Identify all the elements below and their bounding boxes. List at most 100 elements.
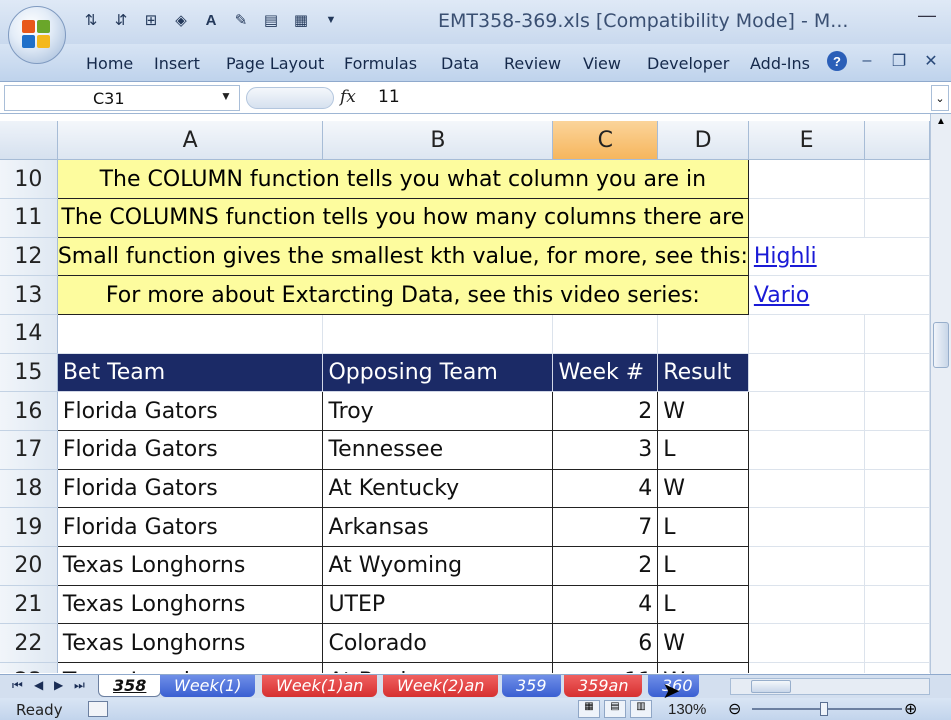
opposing-team-cell[interactable]: At Baylor	[322, 662, 554, 673]
borders-icon[interactable]: ⊞	[138, 8, 164, 32]
cell[interactable]	[748, 585, 866, 625]
row-header[interactable]: 14	[0, 314, 58, 354]
cell[interactable]	[748, 507, 866, 548]
week-cell[interactable]: 11	[552, 662, 659, 673]
row-header[interactable]: 22	[0, 623, 58, 664]
minimize-icon[interactable]: —	[909, 2, 945, 28]
prev-sheet-icon[interactable]: ◀	[34, 678, 43, 692]
opposing-team-cell[interactable]: Colorado	[322, 623, 554, 664]
horizontal-scrollbar[interactable]	[730, 678, 930, 695]
cell[interactable]	[748, 662, 866, 673]
cell[interactable]	[748, 159, 866, 199]
cell[interactable]	[552, 314, 659, 354]
row-header[interactable]: 15	[0, 353, 58, 393]
bet-team-cell[interactable]: Texas Longhorns	[56, 584, 324, 625]
bet-team-cell[interactable]: Texas Longhorns	[56, 546, 324, 586]
table-header-bet-team[interactable]: Bet Team	[56, 352, 324, 393]
row-header[interactable]: 21	[0, 585, 58, 625]
sheet-tab-358[interactable]: 358	[98, 675, 162, 697]
name-box[interactable]: C31	[4, 85, 240, 111]
cell[interactable]	[864, 353, 930, 393]
formula-input[interactable]: 11	[378, 87, 400, 107]
cell[interactable]	[322, 314, 554, 354]
col-header-a[interactable]: A	[57, 121, 324, 161]
week-cell[interactable]: 4	[552, 468, 659, 509]
row-header[interactable]: 13	[0, 275, 58, 315]
result-cell[interactable]: W	[657, 468, 749, 509]
cell[interactable]	[748, 353, 866, 393]
bet-team-cell[interactable]: Florida Gators	[56, 430, 324, 470]
hyperlink-cell[interactable]: Vario	[748, 275, 930, 315]
cell[interactable]	[864, 198, 930, 238]
cell[interactable]	[748, 314, 866, 354]
cell[interactable]	[864, 159, 930, 199]
result-cell[interactable]: W	[657, 662, 749, 673]
first-sheet-icon[interactable]: ⏮	[12, 678, 23, 693]
result-cell[interactable]: L	[657, 584, 749, 625]
help-icon[interactable]: ?	[827, 51, 847, 71]
col-header-d[interactable]: D	[657, 121, 749, 161]
merged-note-cell[interactable]: The COLUMN function tells you what colum…	[56, 159, 749, 199]
sheet-tab-359[interactable]: 359	[502, 675, 561, 697]
result-cell[interactable]: W	[657, 623, 749, 664]
result-cell[interactable]: L	[657, 546, 749, 586]
next-sheet-icon[interactable]: ▶	[54, 678, 63, 692]
cell[interactable]	[748, 623, 866, 664]
tab-developer[interactable]: Developer	[647, 54, 729, 73]
fill-color-icon[interactable]: ◈	[168, 8, 194, 32]
minimize-workbook-icon[interactable]: –	[855, 50, 879, 72]
cell[interactable]	[864, 314, 930, 354]
cell[interactable]	[748, 469, 866, 509]
cell[interactable]	[864, 623, 930, 664]
col-header-e[interactable]: E	[748, 121, 866, 161]
customize-qat-icon[interactable]: ▼	[318, 8, 344, 32]
horizontal-scroll-thumb[interactable]	[751, 680, 791, 693]
restore-workbook-icon[interactable]: ❐	[887, 50, 911, 72]
cell[interactable]	[748, 546, 866, 586]
macro-record-icon[interactable]	[88, 701, 108, 717]
merge-icon[interactable]: ▦	[288, 8, 314, 32]
row-header[interactable]: 19	[0, 507, 58, 548]
row-header[interactable]: 20	[0, 546, 58, 586]
week-cell[interactable]: 3	[552, 430, 659, 470]
last-sheet-icon[interactable]: ⏭	[74, 678, 85, 693]
vertical-scrollbar[interactable]: ▲	[930, 114, 951, 674]
cell[interactable]	[748, 391, 866, 431]
cell[interactable]	[864, 546, 930, 586]
sort-za-icon[interactable]: ⇵	[108, 8, 134, 32]
row-header[interactable]: 12	[0, 237, 58, 277]
row-header[interactable]: 17	[0, 430, 58, 470]
cell[interactable]	[864, 507, 930, 548]
tab-add-ins[interactable]: Add-Ins	[750, 54, 810, 73]
page-layout-view-icon[interactable]: ▤	[604, 700, 626, 718]
page-break-view-icon[interactable]: ▥	[630, 700, 652, 718]
font-color-icon[interactable]: A	[198, 8, 224, 32]
tab-insert[interactable]: Insert	[154, 54, 200, 73]
col-header-b[interactable]: B	[322, 121, 554, 161]
cell[interactable]	[748, 430, 866, 470]
tab-home[interactable]: Home	[86, 54, 133, 73]
bet-team-cell[interactable]: Texas Longhorns	[56, 662, 324, 673]
scroll-up-icon[interactable]: ▲	[936, 116, 946, 127]
tab-page-layout[interactable]: Page Layout	[226, 54, 324, 73]
table-header-week[interactable]: Week #	[552, 352, 659, 393]
result-cell[interactable]: L	[657, 507, 749, 548]
select-all-corner[interactable]	[0, 121, 58, 161]
opposing-team-cell[interactable]: UTEP	[322, 584, 554, 625]
paste-icon[interactable]: ▤	[258, 8, 284, 32]
merged-note-cell[interactable]: The COLUMNS function tells you how many …	[56, 198, 749, 238]
format-painter-icon[interactable]: ✎	[228, 8, 254, 32]
cell[interactable]	[657, 314, 749, 354]
sort-az-icon[interactable]: ⇅	[78, 8, 104, 32]
col-header-c[interactable]: C	[552, 121, 659, 161]
tab-formulas[interactable]: Formulas	[344, 54, 417, 73]
row-header[interactable]: 16	[0, 391, 58, 431]
merged-note-cell[interactable]: Small function gives the smallest kth va…	[56, 237, 749, 277]
cell[interactable]	[864, 430, 930, 470]
expand-formula-bar-icon[interactable]: ⌄	[931, 85, 949, 111]
cell[interactable]	[864, 391, 930, 431]
formula-bar-splitter[interactable]	[246, 87, 334, 109]
office-button[interactable]	[8, 6, 66, 64]
result-cell[interactable]: W	[657, 391, 749, 431]
cell[interactable]	[748, 198, 866, 238]
